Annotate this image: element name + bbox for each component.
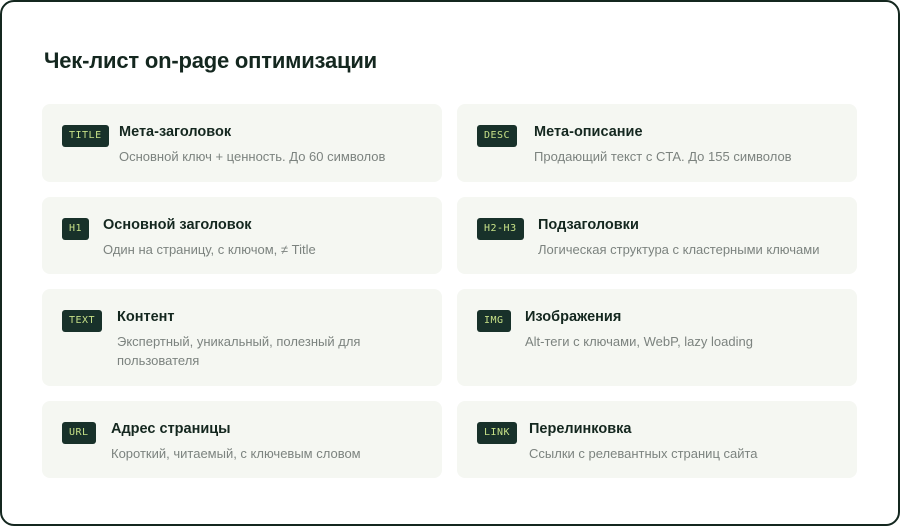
item-description: Экспертный, уникальный, полезный для пол… [117, 334, 361, 368]
checklist-item-text: TEXT Контент Экспертный, уникальный, пол… [42, 289, 442, 386]
item-description: Alt-теги с ключами, WebP, lazy loading [525, 334, 753, 349]
tag-badge: TEXT [62, 310, 103, 332]
tag-badge: IMG [477, 310, 511, 332]
item-description: Один на страницу, с ключом, ≠ Title [103, 242, 316, 257]
item-title: Основной заголовок [103, 217, 252, 233]
checklist-item-img: IMG Изображения Alt-теги с ключами, WebP… [457, 289, 857, 386]
tag-badge: URL [62, 422, 96, 444]
item-description: Продающий текст с CTA. До 155 символов [534, 149, 792, 164]
item-description: Логическая структура с кластерными ключа… [538, 242, 820, 257]
page-title: Чек-лист on-page оптимизации [44, 48, 377, 73]
item-title: Перелинковка [529, 421, 632, 437]
tag-badge: DESC [477, 125, 518, 147]
item-title: Мета-заголовок [119, 124, 232, 140]
item-title: Адрес страницы [111, 421, 231, 437]
item-title: Мета-описание [534, 124, 643, 140]
item-description: Ссылки с релевантных страниц сайта [529, 446, 758, 461]
checklist-item-h1: H1 Основной заголовок Один на страницу, … [42, 197, 442, 274]
item-description: Короткий, читаемый, с ключевым словом [111, 446, 361, 461]
item-description: Основной ключ + ценность. До 60 символов [119, 149, 386, 164]
checklist-panel: Чек-лист on-page оптимизации TITLE Мета-… [0, 0, 900, 526]
item-title: Изображения [525, 309, 622, 325]
tag-badge: H2-H3 [477, 218, 524, 240]
item-title: Контент [117, 309, 175, 325]
tag-badge: LINK [477, 422, 518, 444]
checklist-item-h2-h3: H2-H3 Подзаголовки Логическая структура … [457, 197, 857, 274]
checklist-item-link: LINK Перелинковка Ссылки с релевантных с… [457, 401, 857, 478]
checklist-item-title: TITLE Мета-заголовок Основной ключ + цен… [42, 104, 442, 182]
tag-badge: TITLE [62, 125, 109, 147]
checklist-item-url: URL Адрес страницы Короткий, читаемый, с… [42, 401, 442, 478]
tag-badge: H1 [62, 218, 90, 240]
item-title: Подзаголовки [538, 217, 639, 233]
checklist-item-desc: DESC Мета-описание Продающий текст с CTA… [457, 104, 857, 182]
